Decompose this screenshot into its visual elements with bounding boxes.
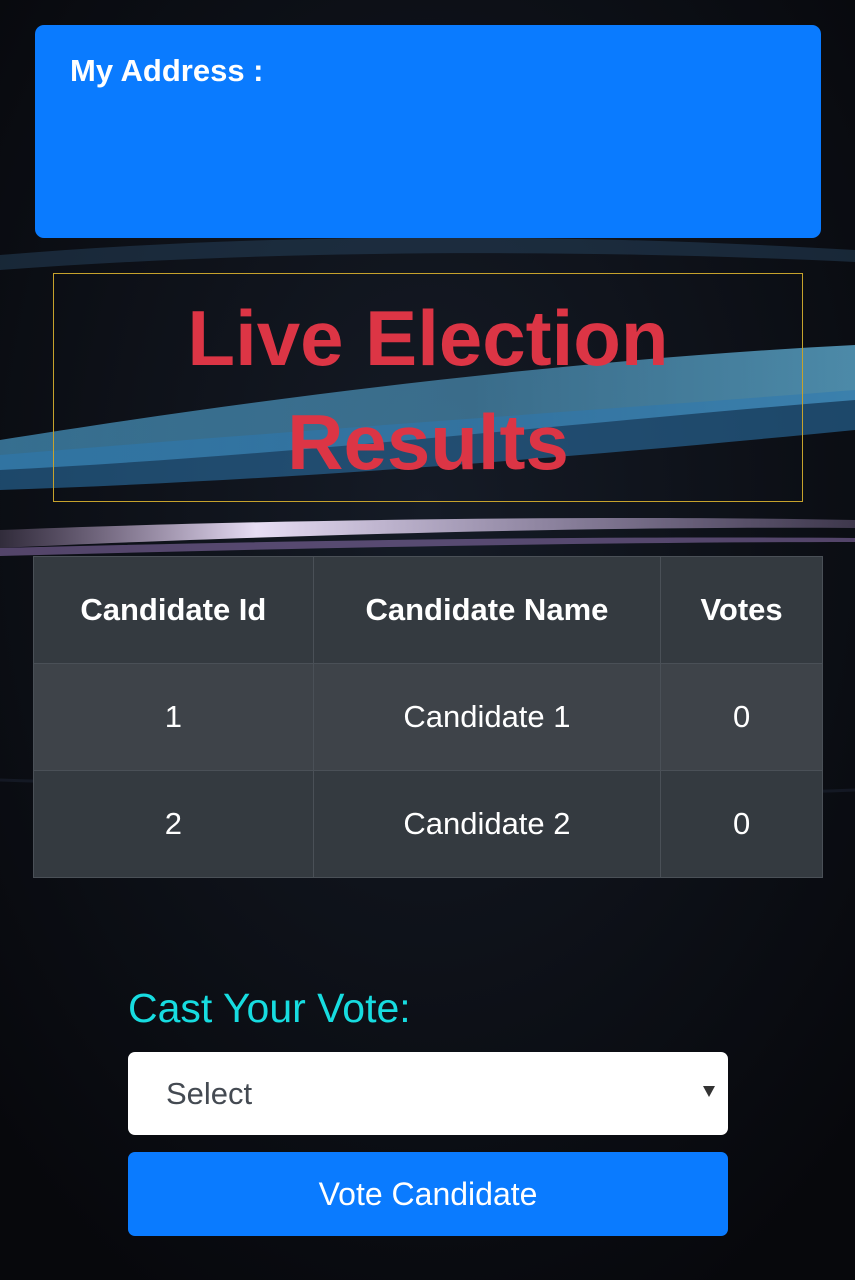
- table-header-row: Candidate Id Candidate Name Votes: [33, 556, 823, 664]
- results-table: Candidate Id Candidate Name Votes 1 Cand…: [33, 556, 823, 878]
- cell-candidate-id: 1: [33, 663, 314, 771]
- cast-vote-heading: Cast Your Vote:: [128, 985, 411, 1031]
- candidate-select[interactable]: Select: [128, 1052, 728, 1135]
- address-label: My Address :: [70, 53, 264, 88]
- vote-candidate-button[interactable]: Vote Candidate: [128, 1152, 728, 1236]
- cell-candidate-id: 2: [33, 770, 314, 878]
- cell-votes: 0: [660, 770, 823, 878]
- caret-down-icon: [703, 1086, 715, 1097]
- cell-candidate-name: Candidate 2: [312, 770, 662, 878]
- header-candidate-id: Candidate Id: [33, 556, 314, 664]
- cell-votes: 0: [660, 663, 823, 771]
- page-title: Live Election Results: [187, 293, 669, 486]
- select-value: Select: [166, 1075, 253, 1111]
- header-candidate-name: Candidate Name: [312, 556, 662, 664]
- header-votes: Votes: [660, 556, 823, 664]
- address-card: My Address :: [35, 25, 821, 238]
- table-row: 2 Candidate 2 0: [33, 770, 823, 878]
- cell-candidate-name: Candidate 1: [312, 663, 662, 771]
- table-row: 1 Candidate 1 0: [33, 663, 823, 771]
- title-box: Live Election Results: [53, 273, 803, 502]
